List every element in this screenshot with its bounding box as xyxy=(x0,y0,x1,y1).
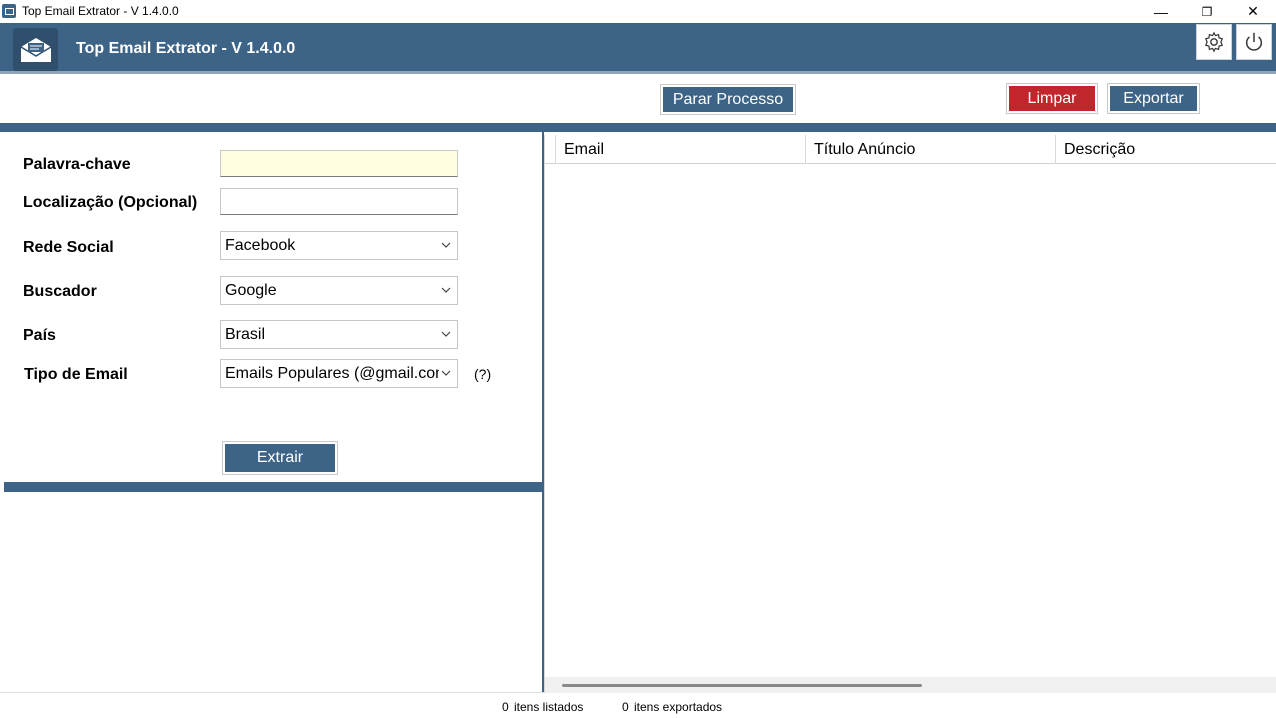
social-network-label: Rede Social xyxy=(23,239,114,256)
social-network-select[interactable]: Facebook xyxy=(220,231,458,260)
power-icon xyxy=(1245,32,1263,51)
gear-icon xyxy=(1204,31,1224,53)
top-separator xyxy=(0,123,1276,132)
email-type-help-link[interactable]: (?) xyxy=(474,366,491,382)
email-type-select[interactable]: Emails Populares (@gmail.com xyxy=(220,359,458,388)
keyword-label: Palavra-chave xyxy=(23,156,131,173)
listed-count: 0 xyxy=(502,700,509,714)
chevron-down-icon xyxy=(441,370,451,376)
search-engine-select[interactable]: Google xyxy=(220,276,458,305)
window-title: Top Email Extrator - V 1.4.0.0 xyxy=(22,4,179,18)
listed-label: itens listados xyxy=(514,700,584,714)
location-label: Localização (Opcional) xyxy=(23,194,198,211)
scrollbar-thumb[interactable] xyxy=(562,684,922,687)
chevron-down-icon xyxy=(441,331,451,337)
app-header: Top Email Extrator - V 1.4.0.0 xyxy=(0,23,1276,74)
exported-label: itens exportados xyxy=(634,700,723,714)
restore-button[interactable]: ❐ xyxy=(1184,0,1230,23)
country-label: País xyxy=(23,327,56,344)
header-title: Top Email Extrator - V 1.4.0.0 xyxy=(76,40,296,57)
keyword-input[interactable] xyxy=(220,150,458,177)
country-select[interactable]: Brasil xyxy=(220,320,458,349)
column-header-description[interactable]: Descrição xyxy=(1055,135,1276,164)
column-header-email[interactable]: Email xyxy=(555,135,805,164)
search-engine-label: Buscador xyxy=(23,283,97,300)
window-titlebar: Top Email Extrator - V 1.4.0.0 — ❐ ✕ xyxy=(0,0,1276,23)
email-type-label: Tipo de Email xyxy=(24,366,128,383)
location-input[interactable] xyxy=(220,188,458,215)
close-button[interactable]: ✕ xyxy=(1230,0,1276,23)
status-divider xyxy=(0,692,544,693)
extract-button[interactable]: Extrair xyxy=(222,441,338,475)
results-grid[interactable]: Email Título Anúncio Descrição xyxy=(544,135,1276,693)
settings-button[interactable] xyxy=(1196,24,1232,60)
power-button[interactable] xyxy=(1236,24,1272,60)
grid-header: Email Título Anúncio Descrição xyxy=(545,135,1276,164)
exported-count: 0 xyxy=(622,700,629,714)
clear-button[interactable]: Limpar xyxy=(1006,83,1098,114)
form-separator xyxy=(4,482,542,492)
minimize-button[interactable]: — xyxy=(1138,0,1184,23)
chevron-down-icon xyxy=(441,287,451,293)
envelope-icon xyxy=(13,28,58,71)
app-icon xyxy=(2,4,16,18)
export-button[interactable]: Exportar xyxy=(1107,83,1200,114)
chevron-down-icon xyxy=(441,242,451,248)
stop-process-button[interactable]: Parar Processo xyxy=(660,84,796,115)
horizontal-scrollbar[interactable] xyxy=(545,677,1276,693)
column-header-ad-title[interactable]: Título Anúncio xyxy=(805,135,1055,164)
